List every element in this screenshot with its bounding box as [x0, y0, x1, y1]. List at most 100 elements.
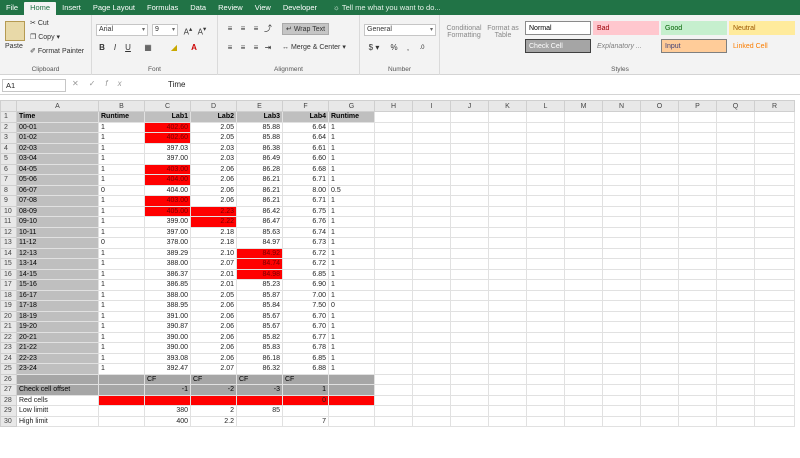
cell-k25[interactable]	[488, 363, 527, 375]
cell-c6[interactable]: 403.00	[144, 163, 191, 175]
cell-p18[interactable]	[678, 289, 717, 301]
cell-p3[interactable]	[678, 132, 717, 144]
cell-r30[interactable]	[754, 415, 795, 427]
cell-m12[interactable]	[564, 226, 603, 238]
cell-e25[interactable]: 86.32	[236, 363, 283, 375]
cell-h3[interactable]	[374, 132, 413, 144]
cell-b9[interactable]: 1	[98, 195, 145, 207]
row-header[interactable]: 12	[0, 226, 17, 238]
cell-g7[interactable]: 1	[328, 174, 375, 186]
cell-b4[interactable]: 1	[98, 142, 145, 154]
cell-g30[interactable]	[328, 415, 375, 427]
cell-p22[interactable]	[678, 331, 717, 343]
cell-o3[interactable]	[640, 132, 679, 144]
cell-c23[interactable]: 390.00	[144, 342, 191, 354]
cell-h7[interactable]	[374, 174, 413, 186]
cell-d20[interactable]: 2.06	[190, 310, 237, 322]
cell-p9[interactable]	[678, 195, 717, 207]
cell-k30[interactable]	[488, 415, 527, 427]
cell-f8[interactable]: 8.00	[282, 184, 329, 196]
cell-q29[interactable]	[716, 405, 755, 417]
cell-e6[interactable]: 86.28	[236, 163, 283, 175]
cell-j13[interactable]	[450, 237, 489, 249]
cell-p13[interactable]	[678, 237, 717, 249]
cell-b25[interactable]: 1	[98, 363, 145, 375]
cell-d8[interactable]: 2.06	[190, 184, 237, 196]
enter-icon[interactable]: ✓	[89, 79, 106, 88]
cell-g20[interactable]: 1	[328, 310, 375, 322]
cell-m26[interactable]	[564, 373, 603, 385]
cell-l28[interactable]	[526, 394, 565, 406]
cell-h12[interactable]	[374, 226, 413, 238]
cell-q14[interactable]	[716, 247, 755, 259]
row-header[interactable]: 28	[0, 394, 17, 406]
column-header-g[interactable]: G	[328, 100, 375, 112]
cell-r12[interactable]	[754, 226, 795, 238]
cell-g19[interactable]: 0	[328, 300, 375, 312]
cell-o23[interactable]	[640, 342, 679, 354]
cell-b23[interactable]: 1	[98, 342, 145, 354]
cell-m8[interactable]	[564, 184, 603, 196]
row-header[interactable]: 13	[0, 237, 17, 249]
cell-k19[interactable]	[488, 300, 527, 312]
cell-a29[interactable]: Low limitt	[16, 405, 99, 417]
cell-j18[interactable]	[450, 289, 489, 301]
cell-i21[interactable]	[412, 321, 451, 333]
cell-d11[interactable]: 2.22	[190, 216, 237, 228]
cell-b14[interactable]: 1	[98, 247, 145, 259]
column-header-i[interactable]: I	[412, 100, 451, 112]
cell-d25[interactable]: 2.07	[190, 363, 237, 375]
cell-a13[interactable]: 11-12	[16, 237, 99, 249]
cell-b2[interactable]: 1	[98, 121, 145, 133]
cell-i2[interactable]	[412, 121, 451, 133]
tab-review[interactable]: Review	[212, 2, 249, 15]
cell-i18[interactable]	[412, 289, 451, 301]
cell-f9[interactable]: 6.71	[282, 195, 329, 207]
cell-h8[interactable]	[374, 184, 413, 196]
cell-e7[interactable]: 86.21	[236, 174, 283, 186]
cell-c9[interactable]: 403.00	[144, 195, 191, 207]
cell-r20[interactable]	[754, 310, 795, 322]
cell-c13[interactable]: 378.00	[144, 237, 191, 249]
cell-m19[interactable]	[564, 300, 603, 312]
name-box[interactable]: A1	[2, 79, 66, 92]
cell-c2[interactable]: 402.60	[144, 121, 191, 133]
cell-l17[interactable]	[526, 279, 565, 291]
cell-j9[interactable]	[450, 195, 489, 207]
cell-c28[interactable]	[144, 394, 191, 406]
cell-c27[interactable]: -1	[144, 384, 191, 396]
cell-k8[interactable]	[488, 184, 527, 196]
cell-h11[interactable]	[374, 216, 413, 228]
style-normal[interactable]: Normal	[525, 21, 591, 35]
cell-b11[interactable]: 1	[98, 216, 145, 228]
cell-b24[interactable]: 1	[98, 352, 145, 364]
row-header[interactable]: 9	[0, 195, 17, 207]
cell-b1[interactable]: Runtime	[98, 111, 145, 123]
cell-h23[interactable]	[374, 342, 413, 354]
cell-k15[interactable]	[488, 258, 527, 270]
cell-p14[interactable]	[678, 247, 717, 259]
cell-j27[interactable]	[450, 384, 489, 396]
cell-q23[interactable]	[716, 342, 755, 354]
cell-g21[interactable]: 1	[328, 321, 375, 333]
cell-i24[interactable]	[412, 352, 451, 364]
cell-k22[interactable]	[488, 331, 527, 343]
column-header-k[interactable]: K	[488, 100, 527, 112]
cell-c19[interactable]: 388.95	[144, 300, 191, 312]
cell-f15[interactable]: 6.72	[282, 258, 329, 270]
cell-f11[interactable]: 6.76	[282, 216, 329, 228]
cell-r1[interactable]	[754, 111, 795, 123]
cell-g24[interactable]: 1	[328, 352, 375, 364]
cell-n3[interactable]	[602, 132, 641, 144]
cell-n20[interactable]	[602, 310, 641, 322]
cell-b29[interactable]	[98, 405, 145, 417]
row-header[interactable]: 21	[0, 321, 17, 333]
cell-m16[interactable]	[564, 268, 603, 280]
cell-a3[interactable]: 01-02	[16, 132, 99, 144]
cell-b16[interactable]: 1	[98, 268, 145, 280]
cell-b7[interactable]: 1	[98, 174, 145, 186]
cell-g15[interactable]: 1	[328, 258, 375, 270]
cell-h19[interactable]	[374, 300, 413, 312]
cell-p29[interactable]	[678, 405, 717, 417]
cell-j26[interactable]	[450, 373, 489, 385]
